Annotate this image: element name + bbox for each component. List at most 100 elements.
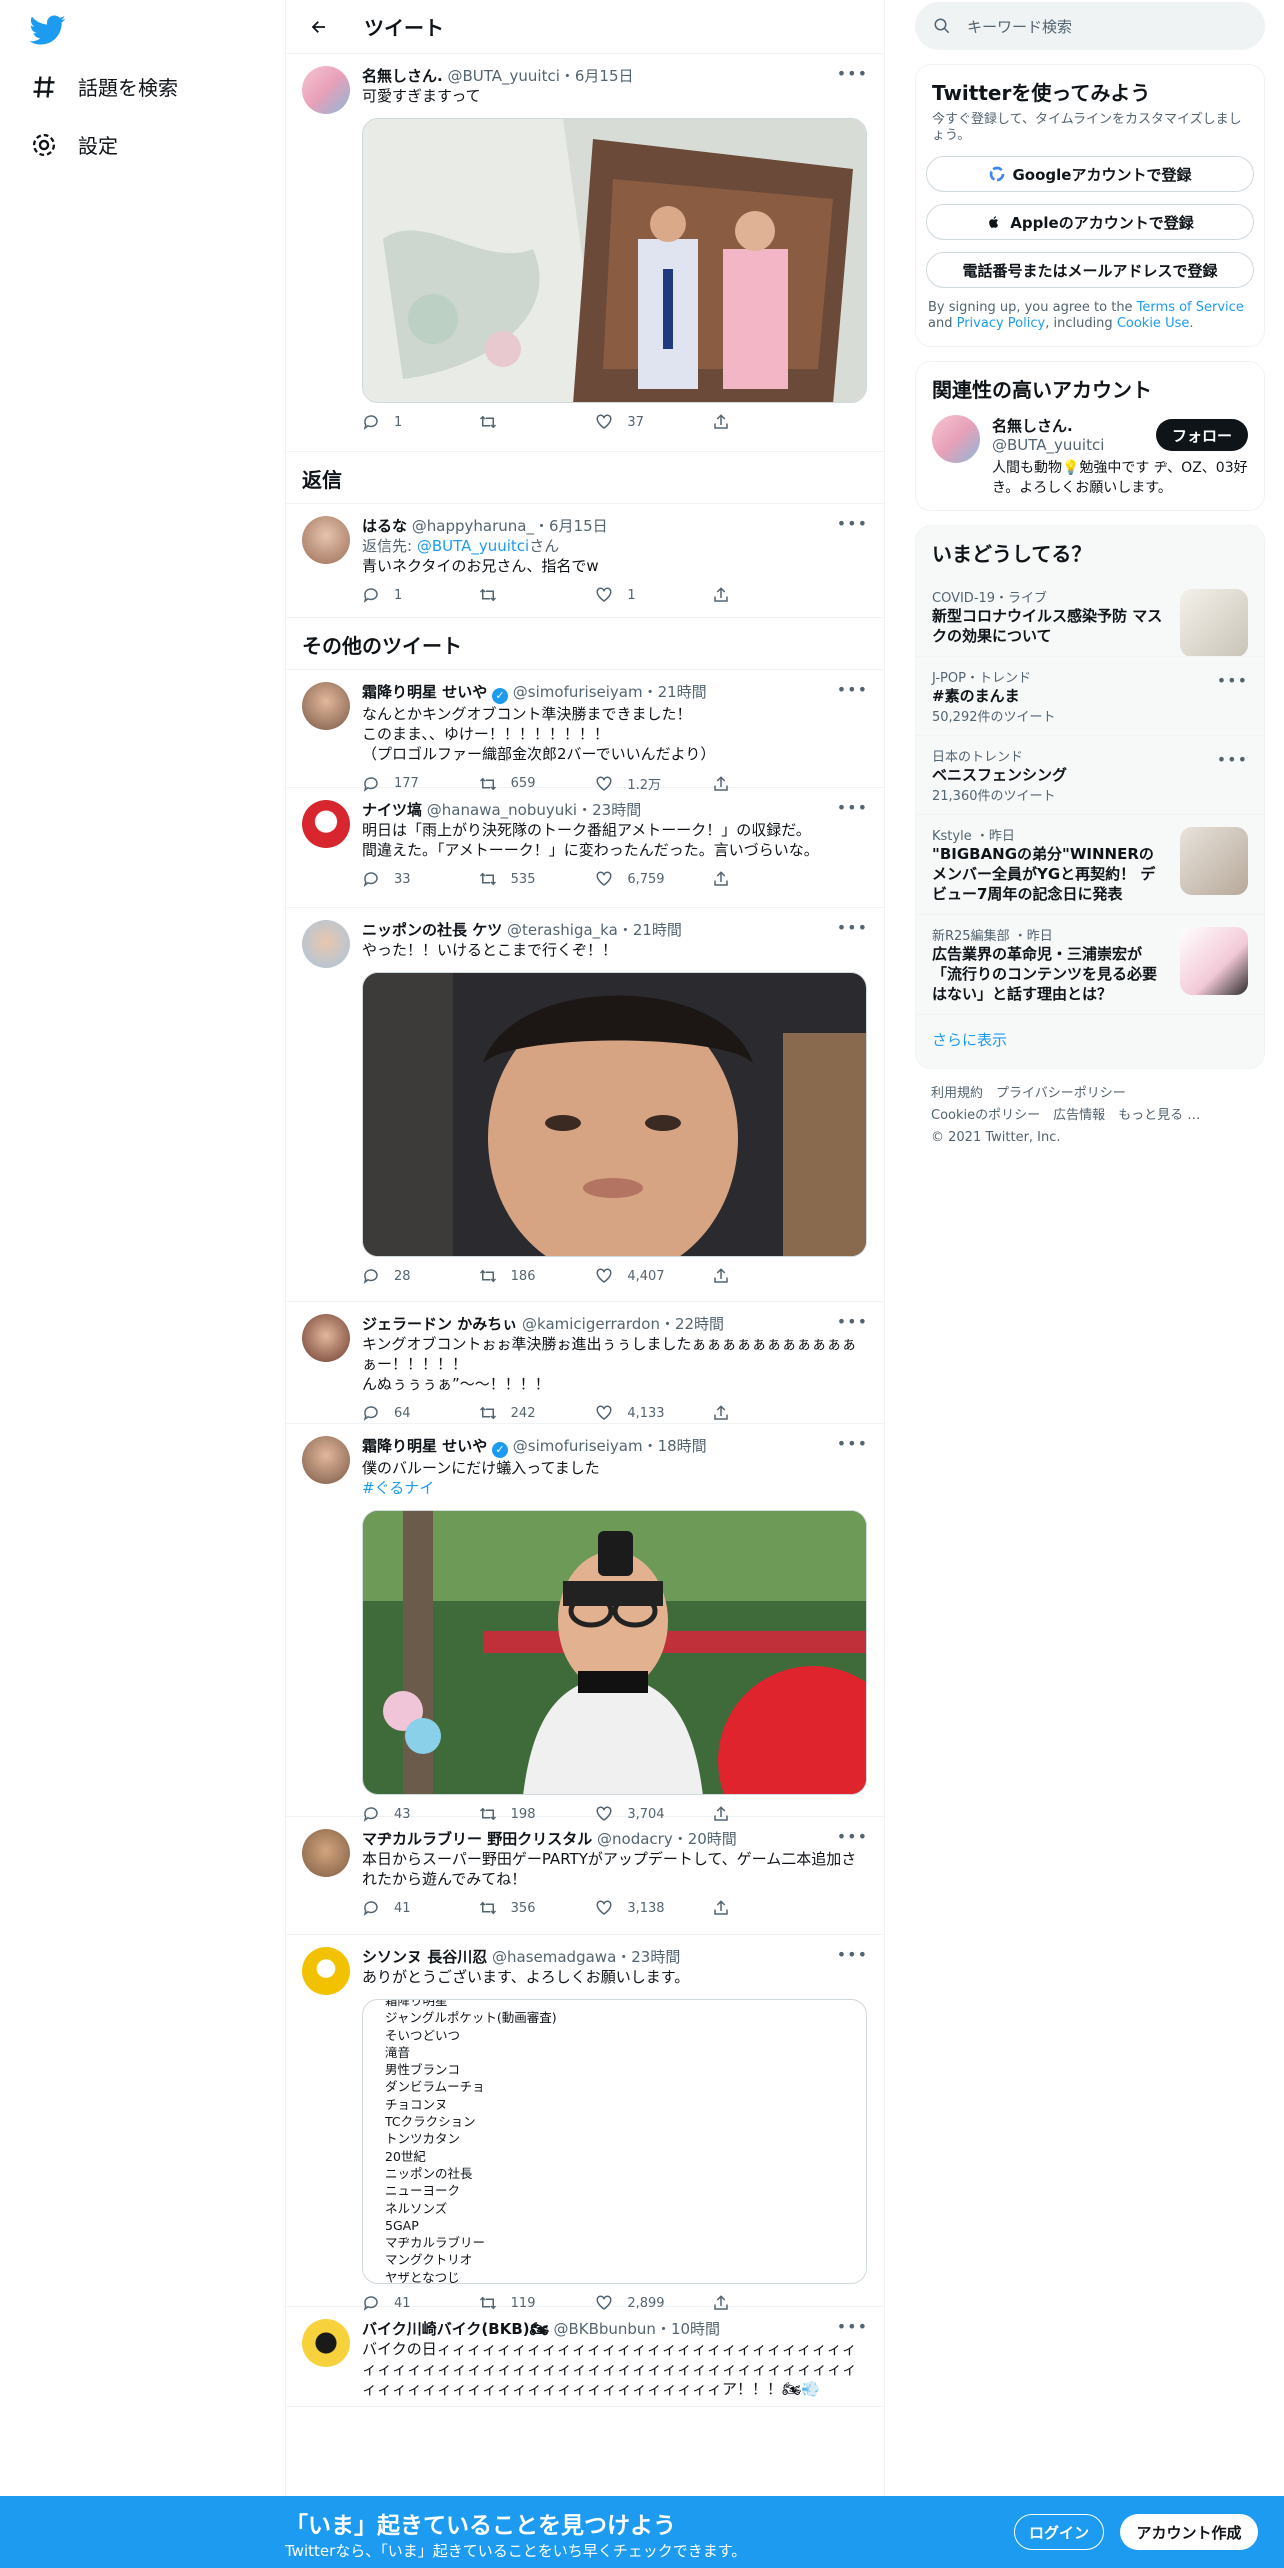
author-name[interactable]: 霜降り明星 せいや xyxy=(362,683,487,701)
more-icon[interactable]: ••• xyxy=(837,64,868,83)
more-icon[interactable]: ••• xyxy=(1217,750,1248,769)
like-button[interactable]: 1 xyxy=(595,586,675,604)
trend-item[interactable]: J-POP・トレンド #素のまんま 50,292件のツイート ••• xyxy=(916,656,1264,735)
author-handle[interactable]: @simofuriseiyam xyxy=(513,683,643,701)
reply-button[interactable]: 64 xyxy=(362,1404,442,1422)
author-handle[interactable]: @terashiga_ka xyxy=(507,921,618,939)
reply-button[interactable]: 1 xyxy=(362,413,442,431)
like-button[interactable]: 4,407 xyxy=(595,1267,675,1285)
reply-tweet[interactable]: ••• はるな @happyharuna_・6月15日 返信先: @BUTA_y… xyxy=(286,504,884,618)
share-button[interactable] xyxy=(712,1267,792,1285)
trend-item[interactable]: 日本のトレンド ベニスフェンシング 21,360件のツイート ••• xyxy=(916,735,1264,814)
cookie-link[interactable]: Cookie Use xyxy=(1117,316,1190,331)
related-account[interactable]: フォロー 名無しさん. @BUTA_yuuitci 人間も動物💡勉強中です ヂ、… xyxy=(916,409,1264,510)
retweet-button[interactable] xyxy=(479,586,559,604)
author-name[interactable]: マヂカルラブリー 野田クリスタル xyxy=(362,1830,592,1848)
tweet[interactable]: ••• シソンヌ 長谷川忍 @hasemadgawa・23時間 ありがとうございます… xyxy=(286,1935,884,2311)
more-icon[interactable]: ••• xyxy=(837,1827,868,1846)
author-name[interactable]: 名無しさん. xyxy=(362,67,443,85)
avatar[interactable] xyxy=(302,1829,350,1877)
follow-button[interactable]: フォロー xyxy=(1155,419,1248,451)
main-tweet[interactable]: ••• 名無しさん. @BUTA_yuuitci・6月15日 可愛すぎますって xyxy=(286,54,884,452)
google-signup-button[interactable]: Googleアカウントで登録 xyxy=(926,156,1254,192)
tweet-date[interactable]: ・23時間 xyxy=(616,1948,680,1966)
more-icon[interactable]: ••• xyxy=(837,1945,868,1964)
avatar[interactable] xyxy=(302,516,350,564)
tweet-date[interactable]: ・23時間 xyxy=(577,801,641,819)
avatar[interactable] xyxy=(302,800,350,848)
trend-item[interactable]: COVID-19・ライブ 新型コロナウイルス感染予防 マスクの効果について xyxy=(916,577,1264,657)
retweet-button[interactable]: 535 xyxy=(479,870,559,888)
share-button[interactable] xyxy=(712,586,792,604)
nav-explore[interactable]: 話題を検索 xyxy=(30,72,178,101)
author-handle[interactable]: @happyharuna_ xyxy=(412,517,534,535)
avatar[interactable] xyxy=(932,415,980,463)
more-icon[interactable]: ••• xyxy=(837,1434,868,1453)
avatar[interactable] xyxy=(302,2319,350,2367)
avatar[interactable] xyxy=(302,66,350,114)
author-name[interactable]: はるな xyxy=(362,517,407,535)
tweet-date[interactable]: ・6月15日 xyxy=(534,517,608,535)
reply-button[interactable]: 28 xyxy=(362,1267,442,1285)
search-box[interactable]: キーワード検索 xyxy=(915,2,1265,50)
share-button[interactable] xyxy=(712,870,792,888)
like-button[interactable]: 4,133 xyxy=(595,1404,675,1422)
author-name[interactable]: ニッポンの社長 ケツ xyxy=(362,921,502,939)
tos-link[interactable]: Terms of Service xyxy=(1137,300,1244,315)
signup-button[interactable]: アカウント作成 xyxy=(1120,2514,1258,2550)
tweet[interactable]: ••• マヂカルラブリー 野田クリスタル @nodacry・20時間 本日からスーパ… xyxy=(286,1817,884,1935)
phone-email-signup-button[interactable]: 電話番号またはメールアドレスで登録 xyxy=(926,252,1254,288)
author-name[interactable]: ナイツ塙 xyxy=(362,801,422,819)
login-button[interactable]: ログイン xyxy=(1014,2514,1104,2550)
retweet-button[interactable] xyxy=(479,413,559,431)
avatar[interactable] xyxy=(302,682,350,730)
trend-item[interactable]: 新R25編集部 ・昨日 広告業界の革命児・三浦崇宏が「流行りのコンテンツを見る必要… xyxy=(916,914,1264,1014)
share-button[interactable] xyxy=(712,413,792,431)
more-icon[interactable]: ••• xyxy=(837,514,868,533)
tweet-image[interactable]: 霜降り明星 ジャングルポケット(動画審査) そいつどいつ 滝音 男性ブランコ ダンビラムー… xyxy=(362,1999,867,2284)
tweet-date[interactable]: ・10時間 xyxy=(656,2320,720,2338)
author-handle[interactable]: @hanawa_nobuyuki xyxy=(427,801,577,819)
reply-button[interactable]: 33 xyxy=(362,870,442,888)
back-button[interactable] xyxy=(302,10,336,44)
more-icon[interactable]: ••• xyxy=(837,798,868,817)
tweet-date[interactable]: ・21時間 xyxy=(618,921,682,939)
tweet[interactable]: ••• ジェラードン かみちぃ @kamicigerrardon・22時間 キングオ… xyxy=(286,1302,884,1424)
footer-line-2[interactable]: Cookieのポリシー 広告情報 もっと見る … xyxy=(931,1105,1249,1127)
hashtag-link[interactable]: #ぐるナイ xyxy=(362,1478,868,1498)
avatar[interactable] xyxy=(302,920,350,968)
like-button[interactable]: 37 xyxy=(595,413,675,431)
retweet-button[interactable]: 242 xyxy=(479,1404,559,1422)
avatar[interactable] xyxy=(302,1314,350,1362)
privacy-link[interactable]: Privacy Policy xyxy=(957,316,1046,331)
tweet-image[interactable] xyxy=(362,972,867,1257)
author-name[interactable]: シソンヌ 長谷川忍 xyxy=(362,1948,487,1966)
retweet-button[interactable]: 356 xyxy=(479,1899,559,1917)
tweet[interactable]: ••• ニッポンの社長 ケツ @terashiga_ka・21時間 やった！！いける… xyxy=(286,908,884,1302)
author-handle[interactable]: @BKBbunbun xyxy=(553,2320,656,2338)
author-handle[interactable]: @hasemadgawa xyxy=(492,1948,616,1966)
author-handle[interactable]: @kamicigerrardon xyxy=(522,1315,660,1333)
footer-line-1[interactable]: 利用規約 プライバシーポリシー xyxy=(931,1083,1249,1105)
author-handle[interactable]: @nodacry xyxy=(597,1830,673,1848)
like-button[interactable]: 3,138 xyxy=(595,1899,675,1917)
tweet-date[interactable]: ・6月15日 xyxy=(560,67,634,85)
more-icon[interactable]: ••• xyxy=(1217,671,1248,690)
twitter-logo-icon[interactable] xyxy=(30,12,66,48)
tweet[interactable]: ••• 霜降り明星 せいや ✓ @simofuriseiyam・18時間 僕のバルー… xyxy=(286,1424,884,1822)
tweet-image[interactable] xyxy=(362,1510,867,1795)
avatar[interactable] xyxy=(302,1436,350,1484)
author-name[interactable]: 霜降り明星 せいや xyxy=(362,1437,487,1455)
tweet[interactable]: ••• 霜降り明星 せいや ✓ @simofuriseiyam・21時間 なんとかキ… xyxy=(286,670,884,793)
author-name[interactable]: ジェラードン かみちぃ xyxy=(362,1315,517,1333)
author-name[interactable]: バイク川崎バイク(BKB)🏍 xyxy=(362,2320,549,2338)
more-icon[interactable]: ••• xyxy=(837,680,868,699)
reply-button[interactable]: 41 xyxy=(362,1899,442,1917)
apple-signup-button[interactable]: Appleのアカウントで登録 xyxy=(926,204,1254,240)
search-input[interactable]: キーワード検索 xyxy=(967,16,1072,37)
share-button[interactable] xyxy=(712,1899,792,1917)
trend-item[interactable]: Kstyle ・昨日 "BIGBANGの弟分"WINNERのメンバー全員がYGと再… xyxy=(916,814,1264,914)
share-button[interactable] xyxy=(712,1404,792,1422)
tweet-date[interactable]: ・21時間 xyxy=(643,683,707,701)
avatar[interactable] xyxy=(302,1947,350,1995)
